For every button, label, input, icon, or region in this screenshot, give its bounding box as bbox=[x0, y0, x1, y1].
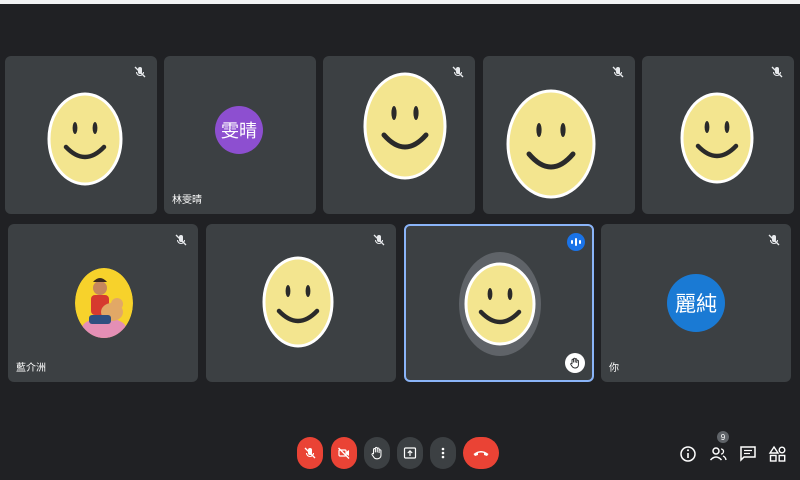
smiley-avatar-icon bbox=[506, 89, 596, 199]
chat-icon[interactable] bbox=[738, 444, 758, 464]
leave-call-button[interactable] bbox=[463, 437, 499, 469]
participant-tile-6[interactable]: 藍介洲 bbox=[8, 224, 198, 382]
activities-icon[interactable] bbox=[768, 444, 788, 464]
participant-tile-1[interactable] bbox=[5, 56, 157, 214]
phone-hangup-icon bbox=[473, 451, 489, 456]
window-top-edge bbox=[0, 0, 800, 4]
speaking-indicator-icon bbox=[567, 233, 585, 251]
avatar-photo bbox=[75, 268, 133, 338]
participant-tile-2[interactable]: 雯晴 林雯晴 bbox=[164, 56, 316, 214]
participant-tile-9-self[interactable]: 麗純 你 bbox=[601, 224, 791, 382]
mic-off-icon bbox=[134, 66, 146, 78]
people-icon[interactable] bbox=[708, 444, 728, 464]
smiley-avatar-icon bbox=[464, 262, 536, 346]
more-vert-icon bbox=[441, 447, 445, 459]
more-options-button[interactable] bbox=[430, 437, 456, 469]
smiley-avatar-icon bbox=[680, 92, 754, 184]
mic-off-icon bbox=[768, 234, 780, 246]
smiley-avatar-icon bbox=[363, 72, 447, 180]
avatar-initials: 麗純 bbox=[675, 292, 717, 316]
hand-icon bbox=[570, 357, 579, 369]
mic-off-icon bbox=[175, 234, 187, 246]
mic-off-icon bbox=[304, 447, 316, 459]
mic-off-icon bbox=[373, 234, 385, 246]
avatar: 麗純 bbox=[667, 274, 725, 332]
mic-off-icon bbox=[612, 66, 624, 78]
smiley-avatar-icon bbox=[262, 256, 334, 348]
avatar-initials: 雯晴 bbox=[221, 121, 257, 142]
participant-tile-3[interactable] bbox=[323, 56, 475, 214]
participant-name: 藍介洲 bbox=[16, 363, 46, 374]
participant-tile-7[interactable] bbox=[206, 224, 396, 382]
meeting-info-icon[interactable] bbox=[678, 444, 698, 464]
mic-off-icon bbox=[452, 66, 464, 78]
smiley-avatar-icon bbox=[47, 92, 123, 186]
raised-hand-badge bbox=[565, 353, 585, 373]
present-screen-button[interactable] bbox=[397, 437, 423, 469]
participant-name: 你 bbox=[609, 363, 619, 374]
participant-name: 林雯晴 bbox=[172, 195, 202, 206]
participant-tile-4[interactable] bbox=[483, 56, 635, 214]
participant-tile-5[interactable] bbox=[642, 56, 794, 214]
avatar: 雯晴 bbox=[215, 106, 263, 154]
people-count-badge: 9 bbox=[717, 431, 729, 443]
participant-tile-8-active[interactable] bbox=[404, 224, 594, 382]
mic-off-button[interactable] bbox=[297, 437, 323, 469]
raise-hand-button[interactable] bbox=[364, 437, 390, 469]
mic-off-icon bbox=[771, 66, 783, 78]
camera-off-icon bbox=[338, 447, 350, 459]
camera-off-button[interactable] bbox=[331, 437, 357, 469]
present-icon bbox=[403, 447, 417, 459]
hand-icon bbox=[371, 446, 382, 460]
